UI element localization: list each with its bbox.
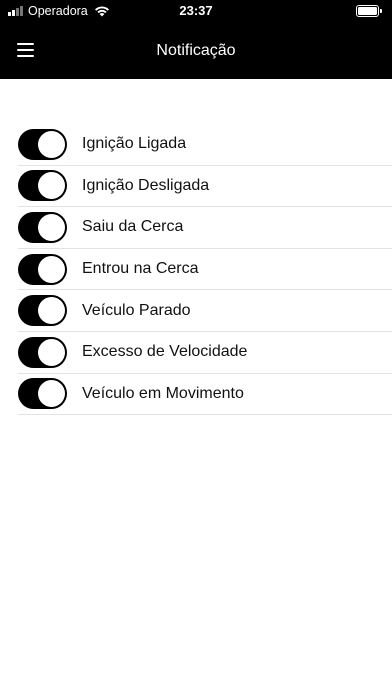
notification-label: Entrou na Cerca — [82, 260, 199, 278]
notification-row: Ignição Desligada — [18, 166, 392, 208]
notification-list: Ignição Ligada Ignição Desligada Saiu da C… — [18, 124, 392, 416]
notification-label: Ignição Ligada — [82, 135, 187, 153]
notification-row: Excesso de Velocidade — [18, 332, 392, 374]
toggle-knob — [38, 380, 65, 408]
notification-row: Entrou na Cerca — [18, 249, 392, 291]
notification-screen: Operadora 23:37 Notificação Ignição Liga… — [0, 0, 392, 696]
notification-toggle[interactable] — [18, 295, 67, 327]
notification-toggle[interactable] — [18, 253, 67, 285]
notification-label: Saiu da Cerca — [82, 218, 184, 236]
notification-row: Saiu da Cerca — [18, 207, 392, 249]
toggle-knob — [38, 255, 65, 283]
page-title: Notificação — [156, 42, 236, 59]
toggle-knob — [38, 130, 65, 158]
status-bar: Operadora 23:37 — [0, 0, 392, 22]
toggle-knob — [38, 172, 65, 200]
navigation-bar: Notificação — [0, 22, 392, 79]
status-time: 23:37 — [179, 3, 213, 18]
notification-toggle[interactable] — [18, 128, 67, 160]
notification-toggle[interactable] — [18, 211, 67, 243]
notification-label: Excesso de Velocidade — [82, 343, 248, 361]
notification-row: Veículo Parado — [18, 290, 392, 332]
toggle-knob — [38, 213, 65, 241]
notification-label: Ignição Desligada — [82, 176, 210, 194]
notification-row: Ignição Ligada — [18, 124, 392, 166]
notification-toggle[interactable] — [18, 170, 67, 202]
notification-label: Veículo em Movimento — [82, 384, 244, 402]
toggle-knob — [38, 338, 65, 366]
notification-row: Veículo em Movimento — [18, 374, 392, 416]
toggle-knob — [38, 297, 65, 325]
notification-label: Veículo Parado — [82, 301, 191, 319]
notification-toggle[interactable] — [18, 336, 67, 368]
battery-icon — [356, 5, 382, 17]
notification-toggle[interactable] — [18, 378, 67, 410]
